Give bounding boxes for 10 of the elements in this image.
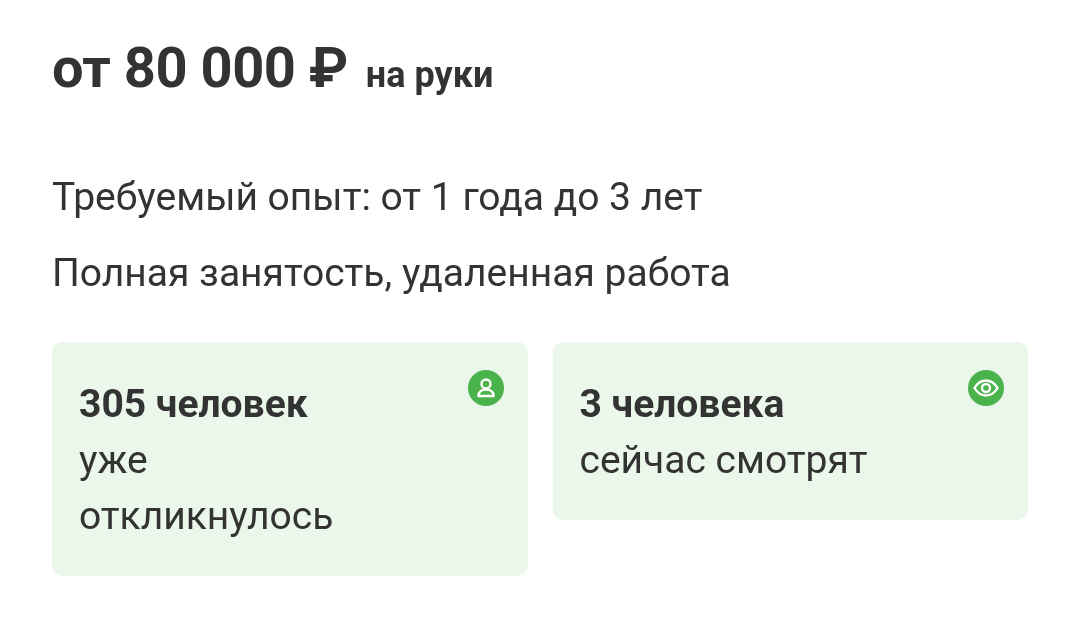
stat-title: 3 человека [579, 380, 786, 429]
stat-text: уже откликнулось [79, 436, 335, 541]
person-icon [467, 370, 504, 406]
detail-text: Полная занятость, удаленная работа [52, 249, 732, 298]
salary-amount: от 80 000 ₽ [52, 34, 348, 103]
stat-text: сейчас смотрят [579, 436, 869, 485]
eye-icon [968, 370, 1004, 406]
detail-text: Требуемый опыт: от 1 года до 3 лет [52, 173, 704, 222]
stat-title: 305 человек [79, 380, 309, 429]
salary-note: на руки [365, 53, 494, 98]
